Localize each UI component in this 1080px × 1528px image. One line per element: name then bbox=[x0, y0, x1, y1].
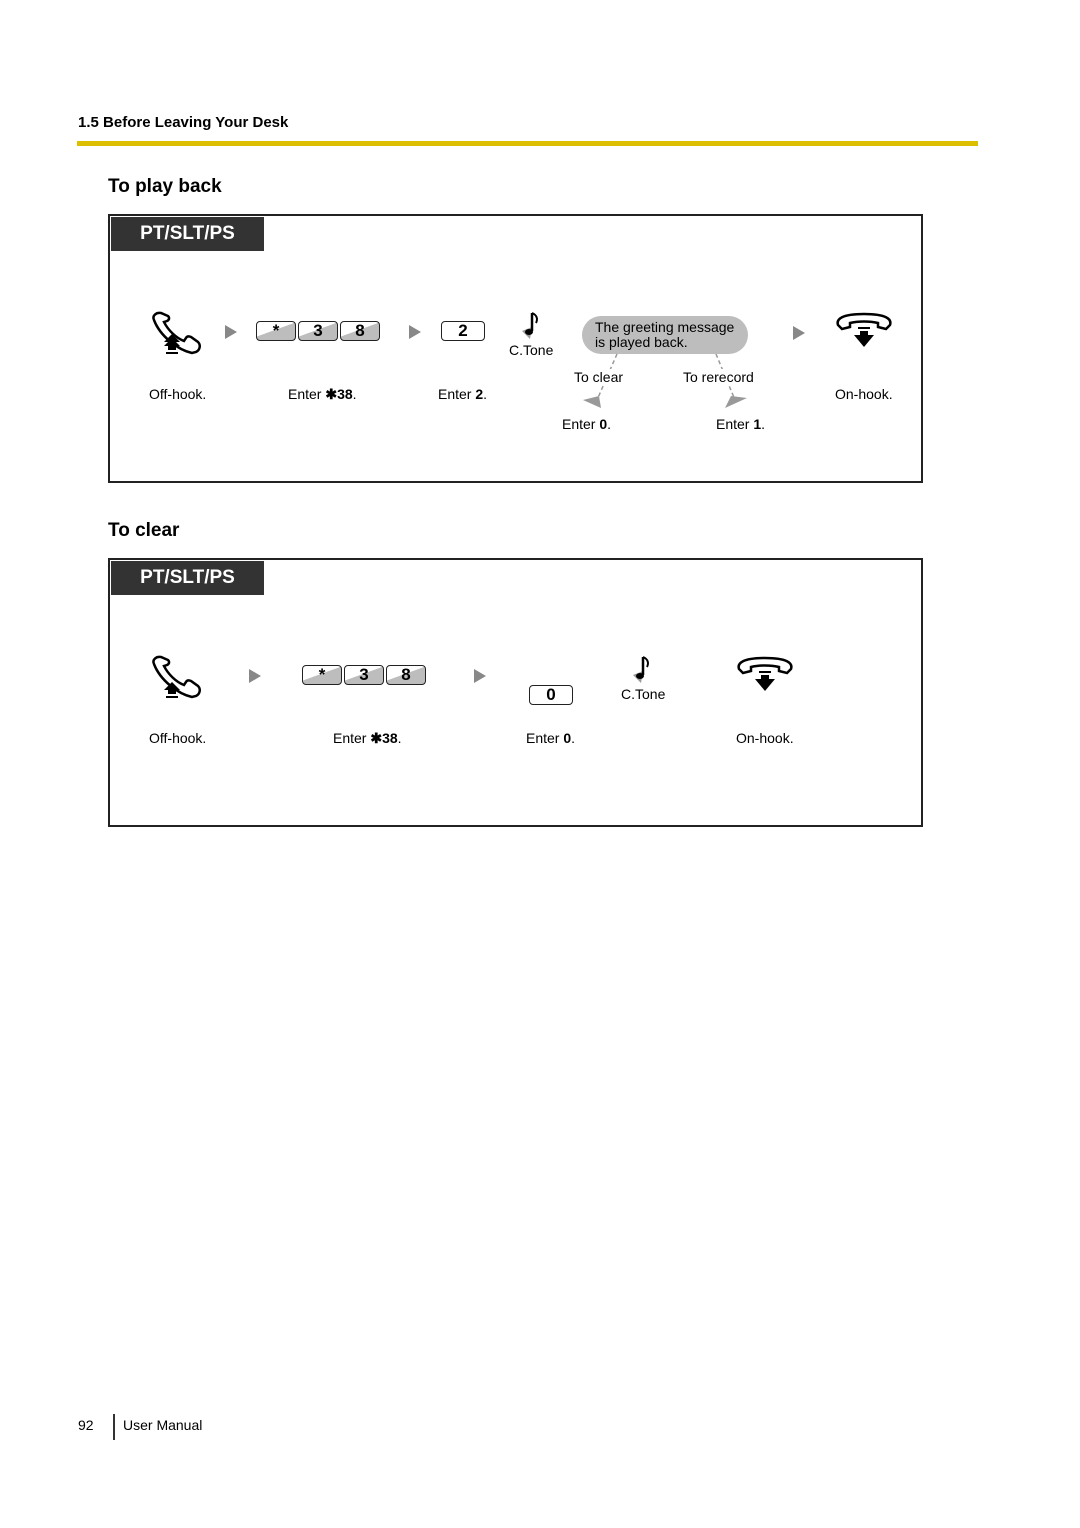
offhook-label: Off-hook. bbox=[149, 386, 207, 402]
step-arrow-icon bbox=[249, 669, 261, 683]
heading-clear: To clear bbox=[108, 520, 180, 541]
footer-separator bbox=[113, 1414, 115, 1440]
step-arrow-icon bbox=[793, 326, 805, 340]
key-0: 0 bbox=[529, 685, 573, 705]
onhook-label: On-hook. bbox=[736, 730, 794, 746]
bubble-line-2: is played back. bbox=[595, 334, 688, 350]
branch-to-clear-label: To clear bbox=[573, 369, 625, 385]
key-2: 2 bbox=[441, 321, 485, 341]
enter-38-label: Enter ✱38. bbox=[288, 386, 357, 402]
greeting-played-bubble: The greeting message is played back. bbox=[582, 316, 748, 354]
keypad-sequence: * 3 8 bbox=[302, 665, 426, 685]
key-3: 3 bbox=[344, 665, 384, 685]
handset-offhook-icon bbox=[152, 311, 201, 355]
branch-to-rerecord-label: To rerecord bbox=[682, 369, 755, 385]
heading-play-back: To play back bbox=[108, 176, 222, 197]
music-note-icon bbox=[633, 656, 649, 683]
bubble-line-1: The greeting message bbox=[595, 319, 735, 335]
step-arrow-icon bbox=[474, 669, 486, 683]
handset-onhook-icon bbox=[737, 656, 793, 691]
header-rule bbox=[77, 141, 978, 146]
enter-0-label: Enter 0. bbox=[562, 416, 612, 432]
procedure-panel-clear: PT/SLT/PS bbox=[108, 558, 923, 827]
onhook-label: On-hook. bbox=[835, 386, 893, 402]
key-star: * bbox=[302, 665, 342, 685]
section-header: 1.5 Before Leaving Your Desk bbox=[78, 114, 289, 131]
step-arrow-icon bbox=[225, 325, 237, 339]
handset-offhook-icon bbox=[152, 655, 201, 699]
key-3: 3 bbox=[298, 321, 338, 341]
footer-doc-title: User Manual bbox=[123, 1417, 203, 1433]
enter-38-label: Enter ✱38. bbox=[333, 730, 402, 746]
music-note-icon bbox=[522, 312, 538, 339]
enter-0-label: Enter 0. bbox=[526, 730, 576, 746]
page-number: 92 bbox=[78, 1417, 94, 1433]
enter-1-label: Enter 1. bbox=[716, 416, 766, 432]
key-8: 8 bbox=[386, 665, 426, 685]
step-arrow-icon bbox=[409, 325, 421, 339]
key-8: 8 bbox=[340, 321, 380, 341]
ctone-label: C.Tone bbox=[621, 686, 666, 702]
device-badge: PT/SLT/PS bbox=[111, 217, 264, 251]
ctone-label: C.Tone bbox=[509, 342, 554, 358]
offhook-label: Off-hook. bbox=[149, 730, 207, 746]
keypad-sequence: * 3 8 bbox=[256, 321, 380, 341]
key-star: * bbox=[256, 321, 296, 341]
enter-2-label: Enter 2. bbox=[438, 386, 488, 402]
device-badge: PT/SLT/PS bbox=[111, 561, 264, 595]
handset-onhook-icon bbox=[836, 312, 892, 347]
